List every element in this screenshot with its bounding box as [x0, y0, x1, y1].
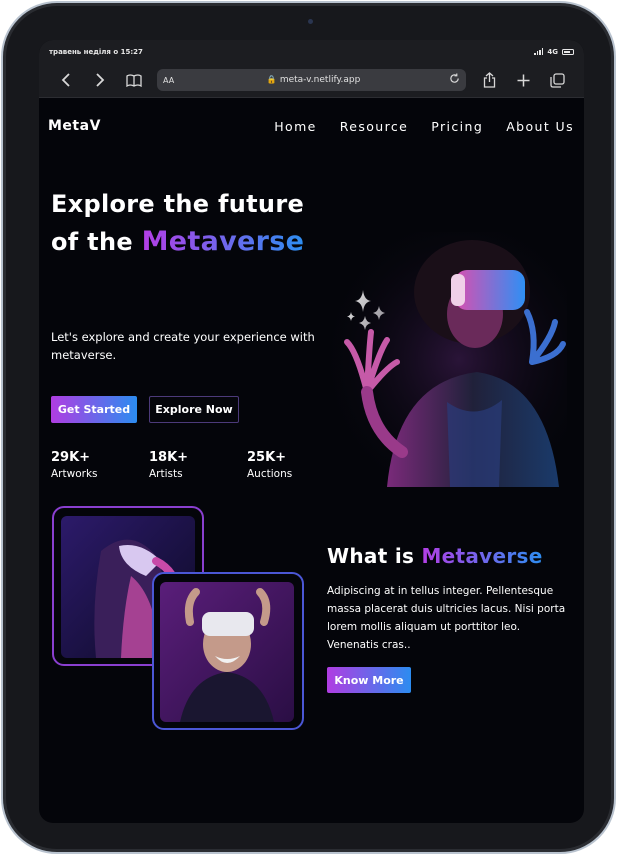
- stat-value: 29K+: [51, 450, 91, 465]
- hero-title-prefix: of the: [51, 228, 133, 256]
- site-logo[interactable]: MetaV: [48, 118, 101, 134]
- bookmarks-icon[interactable]: [117, 73, 151, 87]
- hero-title-line1: Explore the future: [51, 190, 305, 218]
- url-text: meta-v.netlify.app: [279, 75, 361, 85]
- forward-icon[interactable]: [83, 73, 117, 87]
- stat-item: 18K+ Artists: [149, 450, 247, 480]
- site-nav: MetaV Home Resource Pricing About Us: [39, 98, 584, 154]
- hero-subtitle: Let's explore and create your experience…: [51, 330, 315, 362]
- share-icon[interactable]: [472, 72, 506, 88]
- screen: травень неділя о 15:27 4G AA 🔒 meta-v.net…: [39, 40, 584, 823]
- about-description: Adipiscing at in tellus integer. Pellent…: [327, 585, 566, 651]
- about-title: What is Metaverse: [327, 544, 543, 568]
- signal-icon: [534, 48, 544, 55]
- reload-icon[interactable]: [449, 73, 460, 87]
- nav-link-resource[interactable]: Resource: [340, 119, 409, 134]
- nav-link-about-us[interactable]: About Us: [506, 119, 574, 134]
- nav-link-pricing[interactable]: Pricing: [431, 119, 483, 134]
- text-size-button[interactable]: AA: [163, 76, 174, 85]
- browser-toolbar: AA 🔒 meta-v.netlify.app: [39, 63, 584, 98]
- battery-icon: [562, 48, 574, 55]
- hero-stats: 29K+ Artworks 18K+ Artists 25K+ Auctions: [51, 450, 345, 480]
- back-icon[interactable]: [49, 73, 83, 87]
- about-title-highlight: Metaverse: [421, 544, 543, 568]
- stat-label: Artists: [149, 468, 183, 480]
- about-title-prefix: What is: [327, 544, 415, 568]
- address-bar[interactable]: AA 🔒 meta-v.netlify.app: [157, 69, 466, 91]
- camera: [308, 19, 313, 24]
- lock-icon: 🔒: [266, 75, 277, 84]
- stat-label: Artworks: [51, 468, 98, 480]
- stat-item: 29K+ Artworks: [51, 450, 149, 480]
- status-indicators: 4G: [534, 48, 574, 56]
- hero-title: Explore the future of the Metaverse: [51, 185, 304, 261]
- nav-link-home[interactable]: Home: [274, 119, 317, 134]
- explore-now-button[interactable]: Explore Now: [149, 396, 239, 423]
- hero-section: Explore the future of the Metaverse Let'…: [39, 154, 584, 504]
- hero-vr-person-image: [327, 232, 567, 487]
- about-image-2: [160, 582, 294, 722]
- nav-links: Home Resource Pricing About Us: [274, 119, 574, 134]
- hero-title-highlight: Metaverse: [141, 226, 305, 257]
- network-type: 4G: [547, 47, 558, 56]
- url-display: 🔒 meta-v.netlify.app: [178, 75, 449, 85]
- new-tab-icon[interactable]: [506, 74, 540, 87]
- status-bar: травень неділя о 15:27 4G: [39, 40, 584, 63]
- tablet-frame: травень неділя о 15:27 4G AA 🔒 meta-v.net…: [1, 1, 616, 854]
- get-started-button[interactable]: Get Started: [51, 396, 137, 423]
- stat-value: 18K+: [149, 450, 189, 465]
- status-time: травень неділя о 15:27: [49, 47, 143, 56]
- tabs-icon[interactable]: [540, 72, 574, 88]
- know-more-button[interactable]: Know More: [327, 667, 411, 693]
- about-section: What is Metaverse Adipiscing at in tellu…: [39, 504, 584, 822]
- hero-title-line2: of the Metaverse: [51, 223, 304, 261]
